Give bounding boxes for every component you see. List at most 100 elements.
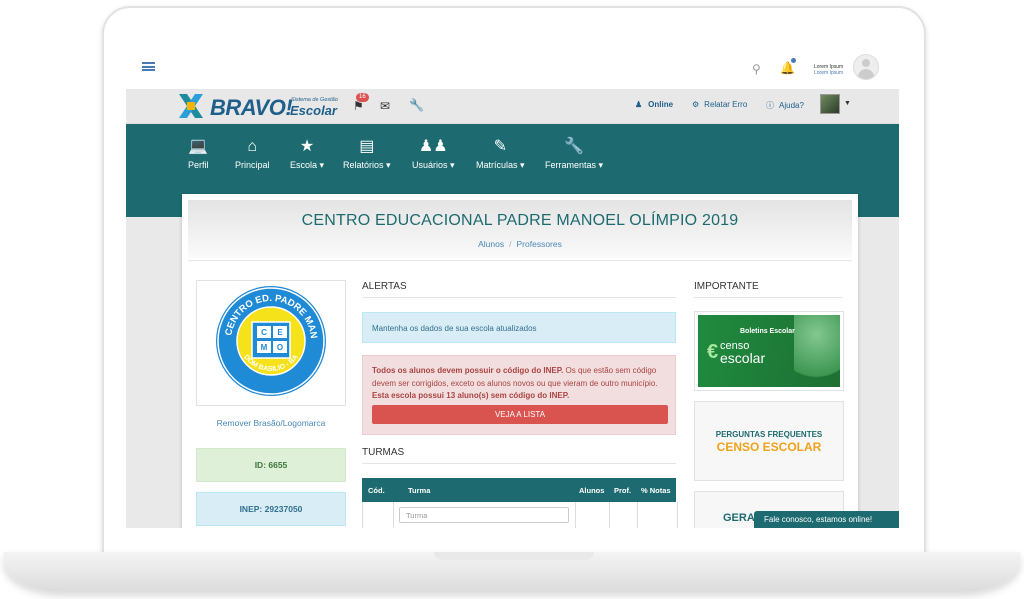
- divider: [362, 297, 676, 298]
- col-alunos[interactable]: Alunos: [579, 486, 604, 495]
- bug-icon: ⚙: [692, 100, 700, 109]
- column-divider: [575, 502, 576, 528]
- nav-item-ferramentas[interactable]: 🔧 Ferramentas ▾: [545, 138, 603, 171]
- user-photo[interactable]: [820, 94, 840, 114]
- crumb-separator: /: [509, 239, 512, 249]
- svg-text:E: E: [277, 328, 283, 337]
- banner2-line2: CENSO ESCOLAR: [716, 440, 822, 454]
- col-cod[interactable]: Cód.: [368, 486, 385, 495]
- school-id-badge: ID: 6655: [196, 448, 346, 482]
- avatar[interactable]: [853, 54, 879, 80]
- bravo-x-icon: [179, 94, 203, 118]
- turmas-title: TURMAS: [362, 447, 405, 458]
- monitor-icon: 💻: [188, 138, 209, 155]
- online-status[interactable]: ♟ Online: [635, 100, 673, 109]
- crumb-alunos[interactable]: Alunos: [478, 239, 504, 249]
- os-user-sub: Lorem Ipsum: [814, 70, 844, 76]
- nav-item-escola[interactable]: ★ Escola ▾: [290, 138, 324, 171]
- laptop-notch: [434, 552, 594, 560]
- censo-logo-icon: €: [707, 341, 719, 363]
- danger-alert-bold1: Todos os alunos devem possuir o código d…: [372, 366, 564, 375]
- wrench-icon: 🔧: [564, 138, 584, 155]
- bar-chart-icon: ▤: [359, 138, 375, 155]
- os-header: ⚲ 🔔 Lorem Ipsum Lorem Ipsum: [126, 40, 899, 88]
- laptop-base: [4, 552, 1020, 592]
- chevron-down-icon[interactable]: ▼: [844, 100, 851, 107]
- important-title: IMPORTANTE: [694, 281, 759, 292]
- users-icon: ♟♟: [418, 138, 448, 155]
- info-icon: ⓘ: [766, 101, 774, 110]
- hamburger-menu-icon[interactable]: [142, 62, 155, 71]
- col-turma[interactable]: Turma: [408, 486, 430, 495]
- banner2-line1: PERGUNTAS FREQUENTES: [715, 430, 823, 439]
- divider: [362, 463, 676, 464]
- app-viewport: ⚲ 🔔 Lorem Ipsum Lorem Ipsum BRAVO! Siste…: [126, 40, 899, 528]
- banner1-line2: escolar: [720, 350, 766, 366]
- help-label: Ajuda?: [779, 101, 804, 110]
- nav-label: Escola ▾: [290, 160, 325, 170]
- nav-item-usuarios[interactable]: ♟♟ Usuários ▾: [412, 138, 455, 171]
- faq-censo-banner[interactable]: PERGUNTAS FREQUENTES CENSO ESCOLAR: [694, 401, 844, 481]
- nav-item-perfil[interactable]: 💻 Perfil: [188, 138, 209, 170]
- star-icon: ★: [299, 138, 315, 155]
- school-card: CENTRO EDUCACIONAL PADRE MANOEL OLÍMPIO …: [182, 194, 858, 528]
- notification-badge: 16: [356, 93, 369, 102]
- app-topbar: BRAVO! Sistema de Gestão Escolar ⚑ 16 ✉ …: [126, 89, 899, 124]
- nav-label: Perfil: [188, 160, 209, 170]
- report-label: Relatar Erro: [704, 100, 748, 109]
- remove-logo-link[interactable]: Remover Brasão/Logomarca: [196, 418, 346, 428]
- nav-item-relatorios[interactable]: ▤ Relatórios ▾: [343, 138, 391, 171]
- banner-person-image: [794, 315, 840, 387]
- nav-label: Ferramentas ▾: [545, 160, 604, 170]
- nav-label: Principal: [235, 160, 270, 170]
- svg-text:C: C: [261, 328, 267, 337]
- turmas-table-header: Cód. Turma Alunos Prof. % Notas: [362, 478, 676, 502]
- wrench-icon[interactable]: 🔧: [409, 98, 424, 112]
- banner1-title: Boletins Escolar: [740, 328, 795, 335]
- svg-text:M: M: [261, 343, 268, 352]
- chat-widget[interactable]: Fale conosco, estamos online!: [754, 511, 899, 528]
- brand-sub2: Escolar: [290, 103, 337, 118]
- help-link[interactable]: ⓘ Ajuda?: [766, 100, 804, 111]
- notification-dot: [791, 58, 796, 63]
- school-crest-box: CENTRO ED. PADRE MANOEL OLIMPIO DOM BASI…: [196, 280, 346, 406]
- report-error-link[interactable]: ⚙ Relatar Erro: [692, 100, 747, 109]
- breadcrumb: Alunos / Professores: [188, 239, 852, 249]
- page-title: CENTRO EDUCACIONAL PADRE MANOEL OLÍMPIO …: [301, 212, 739, 229]
- column-divider: [637, 502, 638, 528]
- online-label: Online: [648, 100, 674, 109]
- search-icon[interactable]: ⚲: [752, 62, 761, 76]
- danger-alert-bold2: Esta escola possui 13 aluno(s) sem códig…: [372, 391, 570, 400]
- alerts-title: ALERTAS: [362, 281, 407, 292]
- turma-filter-input[interactable]: Turma: [399, 507, 569, 523]
- crumb-professores[interactable]: Professores: [517, 239, 562, 249]
- info-alert: Mantenha os dados de sua escola atualiza…: [362, 312, 676, 343]
- os-user-info[interactable]: Lorem Ipsum Lorem Ipsum: [814, 64, 843, 76]
- mail-icon[interactable]: ✉: [380, 99, 390, 113]
- home-icon: ⌂: [247, 138, 258, 155]
- divider: [694, 297, 842, 298]
- col-prof[interactable]: Prof.: [614, 486, 631, 495]
- divider: [188, 260, 852, 261]
- nav-label: Matrículas ▾: [476, 160, 525, 170]
- banner-background: Boletins Escolar € censo escolar: [698, 315, 840, 387]
- school-crest-logo: CENTRO ED. PADRE MANOEL OLIMPIO DOM BASI…: [214, 284, 326, 396]
- bell-icon[interactable]: 🔔: [780, 61, 795, 75]
- see-list-button[interactable]: VEJA A LISTA: [372, 405, 668, 424]
- nav-label: Relatórios ▾: [343, 160, 391, 170]
- banner3-text: GERA: [723, 512, 755, 524]
- column-divider: [393, 502, 394, 528]
- censo-escolar-banner[interactable]: Boletins Escolar € censo escolar: [694, 311, 844, 391]
- edit-icon: ✎: [493, 138, 507, 155]
- user-icon: ♟: [635, 100, 643, 109]
- inep-badge: INEP: 29237050: [196, 492, 346, 526]
- nav-item-principal[interactable]: ⌂ Principal: [235, 138, 270, 170]
- brand-name: BRAVO!: [210, 95, 293, 120]
- col-notas[interactable]: % Notas: [641, 486, 671, 495]
- nav-label: Usuários ▾: [412, 160, 455, 170]
- turmas-filter-row: Turma: [362, 502, 678, 528]
- nav-item-matriculas[interactable]: ✎ Matrículas ▾: [476, 138, 525, 171]
- column-divider: [609, 502, 610, 528]
- card-header: CENTRO EDUCACIONAL PADRE MANOEL OLÍMPIO …: [188, 200, 852, 258]
- svg-text:O: O: [277, 343, 283, 352]
